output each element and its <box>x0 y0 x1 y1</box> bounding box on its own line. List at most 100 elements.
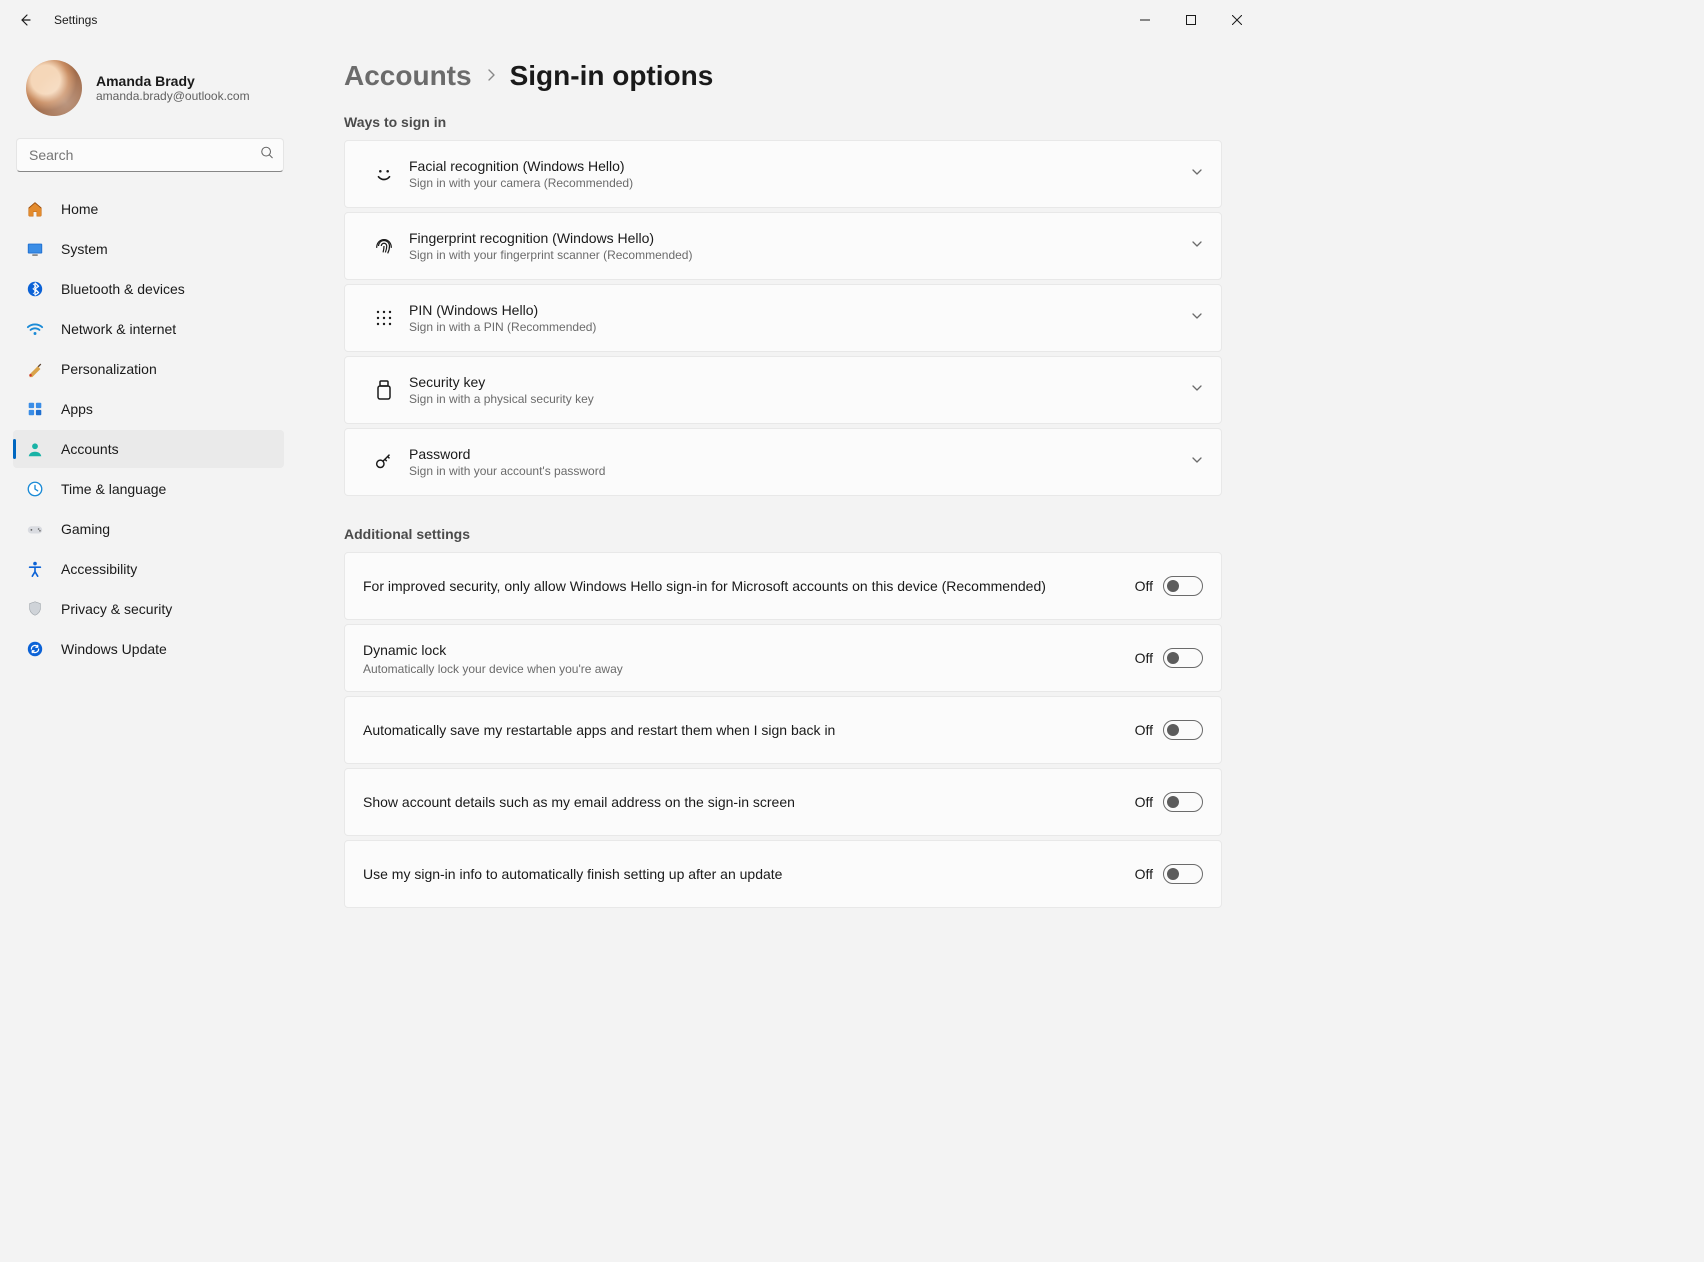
toggle-title: Automatically save my restartable apps a… <box>363 720 1115 740</box>
toggle-row-show-account: Show account details such as my email ad… <box>345 769 1221 835</box>
toggle-switch-restart-apps[interactable] <box>1163 720 1203 740</box>
signin-option-password[interactable]: Password Sign in with your account's pas… <box>345 429 1221 495</box>
option-title: Security key <box>409 374 1191 390</box>
sidebar-item-privacy[interactable]: Privacy & security <box>13 590 284 628</box>
toggle-state-label: Off <box>1135 578 1153 594</box>
user-email: amanda.brady@outlook.com <box>96 89 250 103</box>
sidebar-item-apps[interactable]: Apps <box>13 390 284 428</box>
toggle-row-dynamic-lock: Dynamic lock Automatically lock your dev… <box>345 625 1221 691</box>
toggle-switch-show-account[interactable] <box>1163 792 1203 812</box>
accessibility-icon <box>25 559 45 579</box>
securitykey-icon <box>363 379 405 401</box>
chevron-down-icon <box>1191 309 1203 327</box>
section-title-ways: Ways to sign in <box>344 114 1222 130</box>
section-title-additional: Additional settings <box>344 526 1222 542</box>
chevron-down-icon <box>1191 237 1203 255</box>
sidebar-item-label: Apps <box>61 401 93 417</box>
apps-icon <box>25 399 45 419</box>
sidebar-item-accessibility[interactable]: Accessibility <box>13 550 284 588</box>
breadcrumb-current: Sign-in options <box>510 60 714 92</box>
minimize-icon <box>1140 15 1150 25</box>
toggle-switch-finish-setup[interactable] <box>1163 864 1203 884</box>
toggle-state-label: Off <box>1135 722 1153 738</box>
sidebar-item-accounts[interactable]: Accounts <box>13 430 284 468</box>
option-subtitle: Sign in with your fingerprint scanner (R… <box>409 248 1191 262</box>
toggle-row-hello-only: For improved security, only allow Window… <box>345 553 1221 619</box>
sidebar-item-label: Home <box>61 201 98 217</box>
sidebar-item-label: Time & language <box>61 481 166 497</box>
maximize-icon <box>1186 15 1196 25</box>
option-subtitle: Sign in with a PIN (Recommended) <box>409 320 1191 334</box>
sidebar: Amanda Brady amanda.brady@outlook.com Ho… <box>0 40 300 946</box>
password-icon <box>363 451 405 473</box>
window-minimize-button[interactable] <box>1122 0 1168 40</box>
breadcrumb: Accounts Sign-in options <box>344 60 1222 92</box>
sidebar-item-time[interactable]: Time & language <box>13 470 284 508</box>
search-input[interactable] <box>16 138 284 172</box>
sidebar-item-label: Gaming <box>61 521 110 537</box>
sidebar-item-label: Bluetooth & devices <box>61 281 185 297</box>
personalization-icon <box>25 359 45 379</box>
system-icon <box>25 239 45 259</box>
sidebar-item-system[interactable]: System <box>13 230 284 268</box>
search-box[interactable] <box>16 138 284 172</box>
back-button[interactable] <box>8 3 42 37</box>
option-subtitle: Sign in with a physical security key <box>409 392 1191 406</box>
signin-option-securitykey[interactable]: Security key Sign in with a physical sec… <box>345 357 1221 423</box>
app-title: Settings <box>54 13 97 27</box>
toggle-state-label: Off <box>1135 866 1153 882</box>
time-icon <box>25 479 45 499</box>
sidebar-item-label: Network & internet <box>61 321 176 337</box>
close-icon <box>1232 15 1242 25</box>
sidebar-item-home[interactable]: Home <box>13 190 284 228</box>
option-title: Facial recognition (Windows Hello) <box>409 158 1191 174</box>
user-profile[interactable]: Amanda Brady amanda.brady@outlook.com <box>26 60 284 116</box>
arrow-left-icon <box>17 12 33 28</box>
toggle-title: For improved security, only allow Window… <box>363 576 1115 596</box>
chevron-down-icon <box>1191 381 1203 399</box>
avatar <box>26 60 82 116</box>
window-maximize-button[interactable] <box>1168 0 1214 40</box>
toggle-title: Use my sign-in info to automatically fin… <box>363 864 1115 884</box>
sidebar-item-label: Privacy & security <box>61 601 172 617</box>
toggle-switch-dynamic-lock[interactable] <box>1163 648 1203 668</box>
sidebar-item-update[interactable]: Windows Update <box>13 630 284 668</box>
home-icon <box>25 199 45 219</box>
toggle-subtitle: Automatically lock your device when you'… <box>363 662 1115 676</box>
breadcrumb-parent[interactable]: Accounts <box>344 60 472 92</box>
user-name: Amanda Brady <box>96 73 250 89</box>
toggle-title: Dynamic lock <box>363 640 1115 660</box>
sidebar-item-label: Windows Update <box>61 641 167 657</box>
signin-option-face[interactable]: Facial recognition (Windows Hello) Sign … <box>345 141 1221 207</box>
signin-option-pin[interactable]: PIN (Windows Hello) Sign in with a PIN (… <box>345 285 1221 351</box>
window-close-button[interactable] <box>1214 0 1260 40</box>
network-icon <box>25 319 45 339</box>
sidebar-item-personalization[interactable]: Personalization <box>13 350 284 388</box>
toggle-row-restart-apps: Automatically save my restartable apps a… <box>345 697 1221 763</box>
sidebar-item-network[interactable]: Network & internet <box>13 310 284 348</box>
option-title: Fingerprint recognition (Windows Hello) <box>409 230 1191 246</box>
option-title: PIN (Windows Hello) <box>409 302 1191 318</box>
pin-icon <box>363 308 405 328</box>
toggle-row-finish-setup: Use my sign-in info to automatically fin… <box>345 841 1221 907</box>
option-title: Password <box>409 446 1191 462</box>
option-subtitle: Sign in with your camera (Recommended) <box>409 176 1191 190</box>
nav-list: Home System Bluetooth & devices Network … <box>13 190 284 668</box>
fingerprint-icon <box>363 235 405 257</box>
chevron-right-icon <box>486 66 496 87</box>
search-icon <box>260 146 274 165</box>
chevron-down-icon <box>1191 453 1203 471</box>
option-subtitle: Sign in with your account's password <box>409 464 1191 478</box>
toggle-switch-hello-only[interactable] <box>1163 576 1203 596</box>
sidebar-item-label: Personalization <box>61 361 157 377</box>
toggle-title: Show account details such as my email ad… <box>363 792 1115 812</box>
gaming-icon <box>25 519 45 539</box>
toggle-state-label: Off <box>1135 650 1153 666</box>
titlebar: Settings <box>0 0 1262 40</box>
privacy-icon <box>25 599 45 619</box>
sidebar-item-bluetooth[interactable]: Bluetooth & devices <box>13 270 284 308</box>
main-content: Accounts Sign-in options Ways to sign in… <box>300 40 1262 946</box>
sidebar-item-gaming[interactable]: Gaming <box>13 510 284 548</box>
sidebar-item-label: System <box>61 241 108 257</box>
signin-option-fingerprint[interactable]: Fingerprint recognition (Windows Hello) … <box>345 213 1221 279</box>
